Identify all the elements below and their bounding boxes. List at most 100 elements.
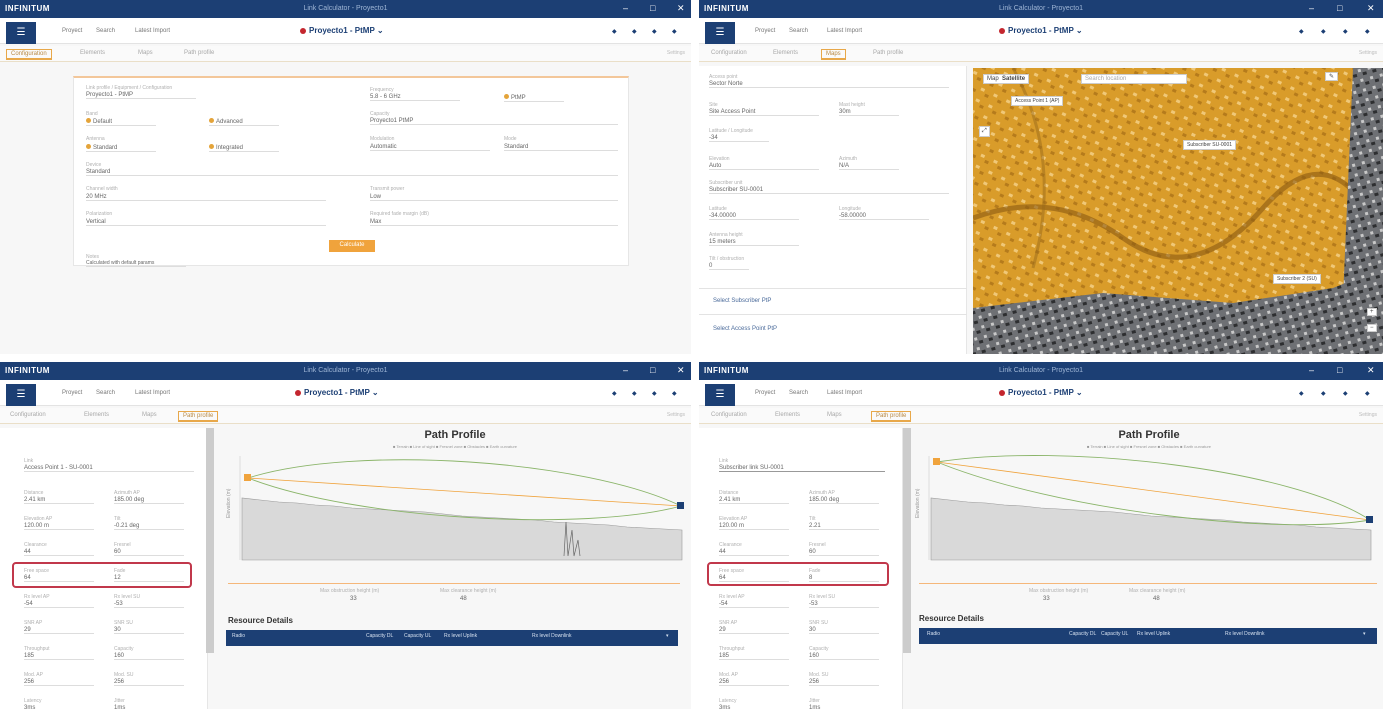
subscriber-marker[interactable] <box>1366 516 1373 523</box>
field-value[interactable]: 256 <box>24 679 94 686</box>
menu-icon[interactable]: ☰ <box>6 22 36 44</box>
menu-latest-import[interactable]: Latest Import <box>135 28 170 34</box>
expand-icon[interactable]: ▾ <box>666 633 669 639</box>
col-radio[interactable]: Radio <box>927 631 940 637</box>
settings-link[interactable]: Settings <box>667 412 685 418</box>
band-advanced-radio[interactable]: Advanced <box>209 118 279 126</box>
band-default-radio[interactable]: Default <box>86 118 156 126</box>
col-rx-downlink[interactable]: Rx level Downlink <box>532 633 571 639</box>
mast-height-input[interactable]: 30m <box>839 109 899 116</box>
field-value[interactable]: 160 <box>114 653 184 660</box>
menu-icon[interactable]: ☰ <box>705 22 735 44</box>
power-select[interactable]: Low <box>370 194 618 201</box>
field-value[interactable]: 185.00 deg <box>114 497 184 504</box>
ap-marker-label[interactable]: Access Point 1 (AP) <box>1011 96 1064 106</box>
field-value[interactable]: 60 <box>114 549 184 556</box>
calculate-button[interactable]: Calculate <box>329 240 375 252</box>
polarization-select[interactable]: Vertical <box>86 219 326 226</box>
field-value[interactable]: 1ms <box>114 705 184 709</box>
site-select[interactable]: Site Access Point <box>709 109 819 116</box>
antenna-standard-radio[interactable]: Standard <box>86 144 156 152</box>
field-value[interactable]: 185 <box>719 653 789 660</box>
nav-icon-4[interactable]: ◆ <box>672 390 677 397</box>
elevation-select[interactable]: Auto <box>709 163 819 170</box>
nav-icon-3[interactable]: ◆ <box>652 28 657 35</box>
edit-icon[interactable]: ✎ <box>1325 72 1339 81</box>
field-value[interactable]: 256 <box>114 679 184 686</box>
menu-latest-import[interactable]: Latest Import <box>827 390 862 396</box>
minimize-button[interactable]: – <box>1309 365 1314 375</box>
panel-scrollbar[interactable] <box>903 428 911 653</box>
field-value[interactable]: 3ms <box>719 705 789 709</box>
map-button[interactable]: Map <box>987 76 999 82</box>
field-value[interactable]: 120.00 m <box>719 523 789 530</box>
field-value[interactable]: 1ms <box>809 705 879 709</box>
fullscreen-icon[interactable]: ⤢ <box>979 126 990 137</box>
menu-search[interactable]: Search <box>96 390 115 396</box>
menu-search[interactable]: Search <box>789 28 808 34</box>
azimuth-input[interactable]: N/A <box>839 163 899 170</box>
tab-path-profile[interactable]: Path profile <box>180 49 218 57</box>
expand-icon[interactable]: ▾ <box>1363 631 1366 637</box>
tab-configuration[interactable]: Configuration <box>6 49 52 60</box>
subscriber-select[interactable]: Subscriber SU-0001 <box>709 187 949 194</box>
tab-maps[interactable]: Maps <box>134 49 157 57</box>
col-radio[interactable]: Radio <box>232 633 245 639</box>
modulation-select[interactable]: Automatic <box>370 144 490 151</box>
field-value[interactable]: -53 <box>809 601 879 608</box>
field-value[interactable]: 3ms <box>24 705 94 709</box>
field-value[interactable]: 44 <box>719 549 789 556</box>
tab-elements[interactable]: Elements <box>769 49 802 57</box>
field-value[interactable]: 256 <box>809 679 879 686</box>
tab-maps[interactable]: Maps <box>821 49 846 60</box>
select-subscriber-link[interactable]: Select Subscriber PtP <box>713 298 771 304</box>
col-rx-uplink[interactable]: Rx level Uplink <box>444 633 477 639</box>
subscriber-marker-label[interactable]: Subscriber SU-0001 <box>1183 140 1237 150</box>
nav-icon-1[interactable]: ◆ <box>612 28 617 35</box>
field-value[interactable]: 2.21 <box>809 523 879 530</box>
col-capacity-ul[interactable]: Capacity UL <box>1101 631 1128 637</box>
tilt-input[interactable]: 0 <box>709 263 749 270</box>
field-value[interactable]: -54 <box>24 601 94 608</box>
frequency-select[interactable]: 5.8 - 6 GHz <box>370 94 460 101</box>
menu-proyect[interactable]: Proyect <box>755 28 775 34</box>
lat-lon-input[interactable]: -34 <box>709 135 769 142</box>
tab-path-profile[interactable]: Path profile <box>178 411 219 422</box>
nav-icon-2[interactable]: ◆ <box>1321 390 1326 397</box>
tab-elements[interactable]: Elements <box>80 411 113 419</box>
device-select[interactable]: Standard <box>86 169 618 176</box>
tab-maps[interactable]: Maps <box>823 411 846 419</box>
field-value[interactable]: -53 <box>114 601 184 608</box>
close-button[interactable]: ✕ <box>1367 3 1375 14</box>
nav-icon-4[interactable]: ◆ <box>1365 390 1370 397</box>
field-value[interactable]: 44 <box>24 549 94 556</box>
close-button[interactable]: ✕ <box>677 3 685 14</box>
col-rx-downlink[interactable]: Rx level Downlink <box>1225 631 1264 637</box>
field-value[interactable]: -0.21 deg <box>114 523 184 530</box>
field-value[interactable]: 29 <box>24 627 94 634</box>
link-select[interactable]: Subscriber link SU-0001 <box>719 465 885 472</box>
map-type-control[interactable]: Map Satellite <box>983 74 1030 84</box>
settings-link[interactable]: Settings <box>1359 412 1377 418</box>
menu-latest-import[interactable]: Latest Import <box>827 28 862 34</box>
project-selector[interactable]: Proyecto1 - PtMP ⌄ <box>300 26 384 35</box>
settings-link[interactable]: Settings <box>1359 50 1377 56</box>
nav-icon-2[interactable]: ◆ <box>632 390 637 397</box>
col-capacity-dl[interactable]: Capacity DL <box>1069 631 1096 637</box>
link-name-input[interactable]: Proyecto1 - PtMP <box>86 92 196 99</box>
tab-elements[interactable]: Elements <box>76 49 109 57</box>
panel-scrollbar[interactable] <box>206 428 214 653</box>
satellite-button[interactable]: Satellite <box>1002 76 1025 82</box>
project-selector[interactable]: Proyecto1 - PtMP ⌄ <box>295 388 379 397</box>
bandwidth-select[interactable]: 20 MHz <box>86 194 326 201</box>
map-search-input[interactable]: Search location <box>1081 74 1187 84</box>
minimize-button[interactable]: – <box>1309 3 1314 13</box>
access-point-select[interactable]: Sector Norte <box>709 81 949 88</box>
rx-input[interactable]: Max <box>370 219 618 226</box>
menu-search[interactable]: Search <box>789 390 808 396</box>
nav-icon-3[interactable]: ◆ <box>1343 390 1348 397</box>
latitude-input[interactable]: -34.00000 <box>709 213 799 220</box>
field-value[interactable]: 256 <box>719 679 789 686</box>
menu-search[interactable]: Search <box>96 28 115 34</box>
close-button[interactable]: ✕ <box>1367 365 1375 376</box>
